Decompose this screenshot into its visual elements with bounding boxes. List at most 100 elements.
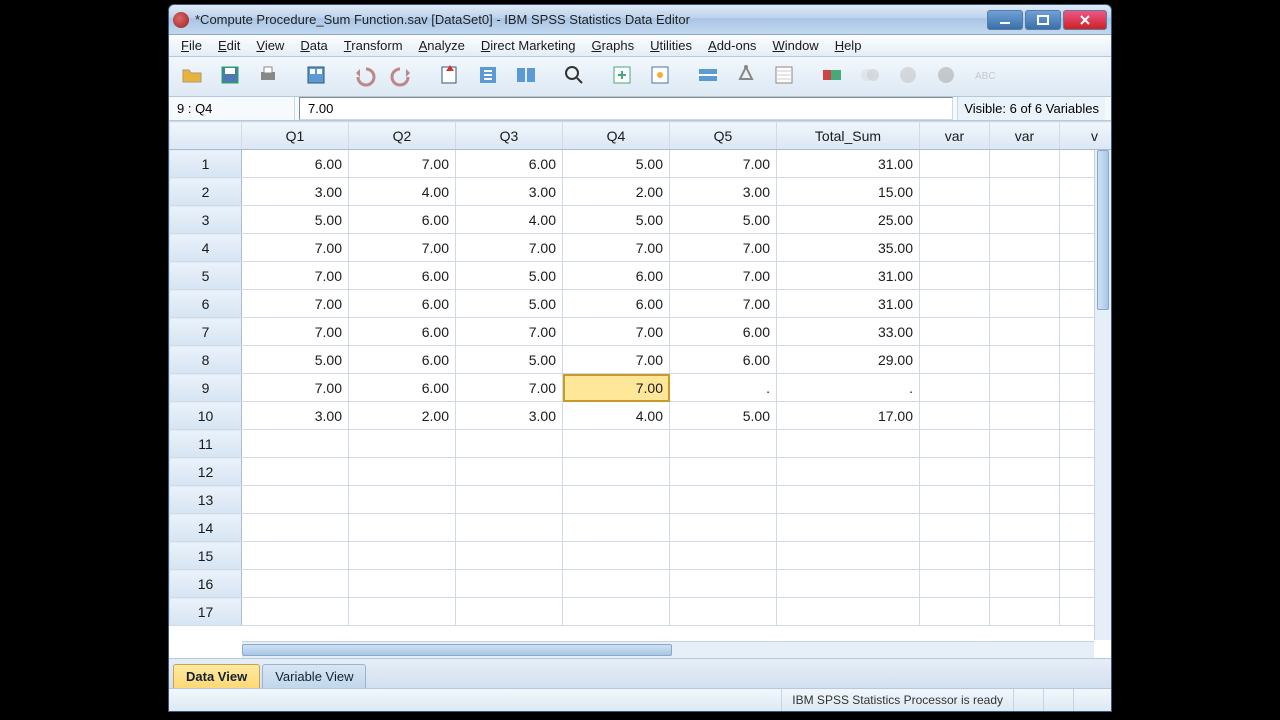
data-cell[interactable] (777, 542, 920, 570)
column-header-var[interactable]: var (920, 122, 990, 150)
data-cell[interactable] (242, 486, 349, 514)
menu-help[interactable]: Help (827, 36, 870, 55)
data-cell[interactable]: 3.00 (242, 178, 349, 206)
data-cell[interactable]: 7.00 (670, 290, 777, 318)
data-cell[interactable]: 25.00 (777, 206, 920, 234)
data-cell[interactable]: 7.00 (670, 150, 777, 178)
tab-data-view[interactable]: Data View (173, 664, 260, 688)
data-cell[interactable] (670, 430, 777, 458)
data-cell[interactable]: 33.00 (777, 318, 920, 346)
data-cell[interactable] (670, 570, 777, 598)
data-cell[interactable] (920, 402, 990, 430)
data-cell[interactable]: 6.00 (349, 318, 456, 346)
column-header-Total_Sum[interactable]: Total_Sum (777, 122, 920, 150)
data-cell[interactable] (990, 234, 1060, 262)
variables-button[interactable] (509, 61, 543, 93)
data-cell[interactable] (456, 458, 563, 486)
data-cell[interactable]: 5.00 (670, 206, 777, 234)
data-cell[interactable] (990, 430, 1060, 458)
data-cell[interactable] (920, 318, 990, 346)
vertical-scroll-thumb[interactable] (1097, 150, 1109, 310)
data-cell[interactable]: 7.00 (349, 150, 456, 178)
data-cell[interactable]: 7.00 (670, 262, 777, 290)
data-cell[interactable] (242, 458, 349, 486)
maximize-button[interactable] (1025, 10, 1061, 30)
data-cell[interactable] (920, 150, 990, 178)
data-cell[interactable] (563, 430, 670, 458)
row-header[interactable]: 10 (170, 402, 242, 430)
data-cell[interactable]: 7.00 (242, 374, 349, 402)
row-header[interactable]: 3 (170, 206, 242, 234)
data-cell[interactable] (670, 514, 777, 542)
data-cell[interactable]: 3.00 (242, 402, 349, 430)
row-header[interactable]: 14 (170, 514, 242, 542)
data-cell[interactable] (990, 402, 1060, 430)
menu-utilities[interactable]: Utilities (642, 36, 700, 55)
data-cell[interactable]: 31.00 (777, 262, 920, 290)
data-grid[interactable]: Q1Q2Q3Q4Q5Total_Sumvarvarv16.007.006.005… (169, 121, 1111, 659)
menu-graphs[interactable]: Graphs (583, 36, 642, 55)
data-cell[interactable]: 6.00 (349, 346, 456, 374)
data-cell[interactable] (777, 458, 920, 486)
data-cell[interactable]: 6.00 (563, 262, 670, 290)
data-cell[interactable]: . (777, 374, 920, 402)
data-cell[interactable]: 35.00 (777, 234, 920, 262)
undo-button[interactable] (347, 61, 381, 93)
data-cell[interactable] (990, 458, 1060, 486)
data-cell[interactable] (456, 542, 563, 570)
data-cell[interactable]: 7.00 (242, 234, 349, 262)
menu-data[interactable]: Data (292, 36, 335, 55)
row-header[interactable]: 12 (170, 458, 242, 486)
data-cell[interactable]: 7.00 (242, 262, 349, 290)
data-cell[interactable] (990, 542, 1060, 570)
row-header[interactable]: 15 (170, 542, 242, 570)
data-cell[interactable] (920, 346, 990, 374)
data-cell[interactable] (777, 598, 920, 626)
data-cell[interactable] (920, 486, 990, 514)
data-cell[interactable]: 4.00 (456, 206, 563, 234)
print-button[interactable] (251, 61, 285, 93)
column-header-Q4[interactable]: Q4 (563, 122, 670, 150)
data-cell[interactable] (670, 458, 777, 486)
data-cell[interactable]: 7.00 (670, 234, 777, 262)
data-cell[interactable] (349, 430, 456, 458)
data-cell[interactable] (920, 430, 990, 458)
data-cell[interactable]: 6.00 (456, 150, 563, 178)
data-cell[interactable]: 5.00 (242, 346, 349, 374)
data-cell[interactable]: 6.00 (670, 346, 777, 374)
data-cell[interactable] (777, 514, 920, 542)
data-cell[interactable]: 5.00 (563, 206, 670, 234)
goto-case-button[interactable] (433, 61, 467, 93)
data-cell[interactable] (920, 570, 990, 598)
tab-variable-view[interactable]: Variable View (262, 664, 366, 688)
column-header-Q2[interactable]: Q2 (349, 122, 456, 150)
data-cell[interactable]: 7.00 (563, 234, 670, 262)
data-cell[interactable]: 7.00 (242, 318, 349, 346)
data-cell[interactable]: 7.00 (563, 346, 670, 374)
data-cell[interactable] (349, 486, 456, 514)
data-cell[interactable]: 5.00 (456, 346, 563, 374)
data-cell[interactable] (349, 542, 456, 570)
data-cell[interactable]: 3.00 (670, 178, 777, 206)
data-cell[interactable]: 7.00 (563, 374, 670, 402)
data-cell[interactable]: 5.00 (242, 206, 349, 234)
data-cell[interactable]: 31.00 (777, 290, 920, 318)
data-cell[interactable]: 6.00 (349, 374, 456, 402)
data-cell[interactable] (563, 514, 670, 542)
data-cell[interactable] (990, 262, 1060, 290)
data-cell[interactable]: 5.00 (563, 150, 670, 178)
menu-view[interactable]: View (248, 36, 292, 55)
data-cell[interactable]: 31.00 (777, 150, 920, 178)
data-cell[interactable] (456, 486, 563, 514)
data-cell[interactable]: 29.00 (777, 346, 920, 374)
data-cell[interactable] (990, 374, 1060, 402)
menu-window[interactable]: Window (764, 36, 826, 55)
data-cell[interactable]: 17.00 (777, 402, 920, 430)
data-cell[interactable] (563, 458, 670, 486)
column-header-Q1[interactable]: Q1 (242, 122, 349, 150)
open-button[interactable] (175, 61, 209, 93)
data-cell[interactable] (920, 542, 990, 570)
data-cell[interactable] (920, 374, 990, 402)
data-cell[interactable] (990, 598, 1060, 626)
data-cell[interactable] (456, 514, 563, 542)
